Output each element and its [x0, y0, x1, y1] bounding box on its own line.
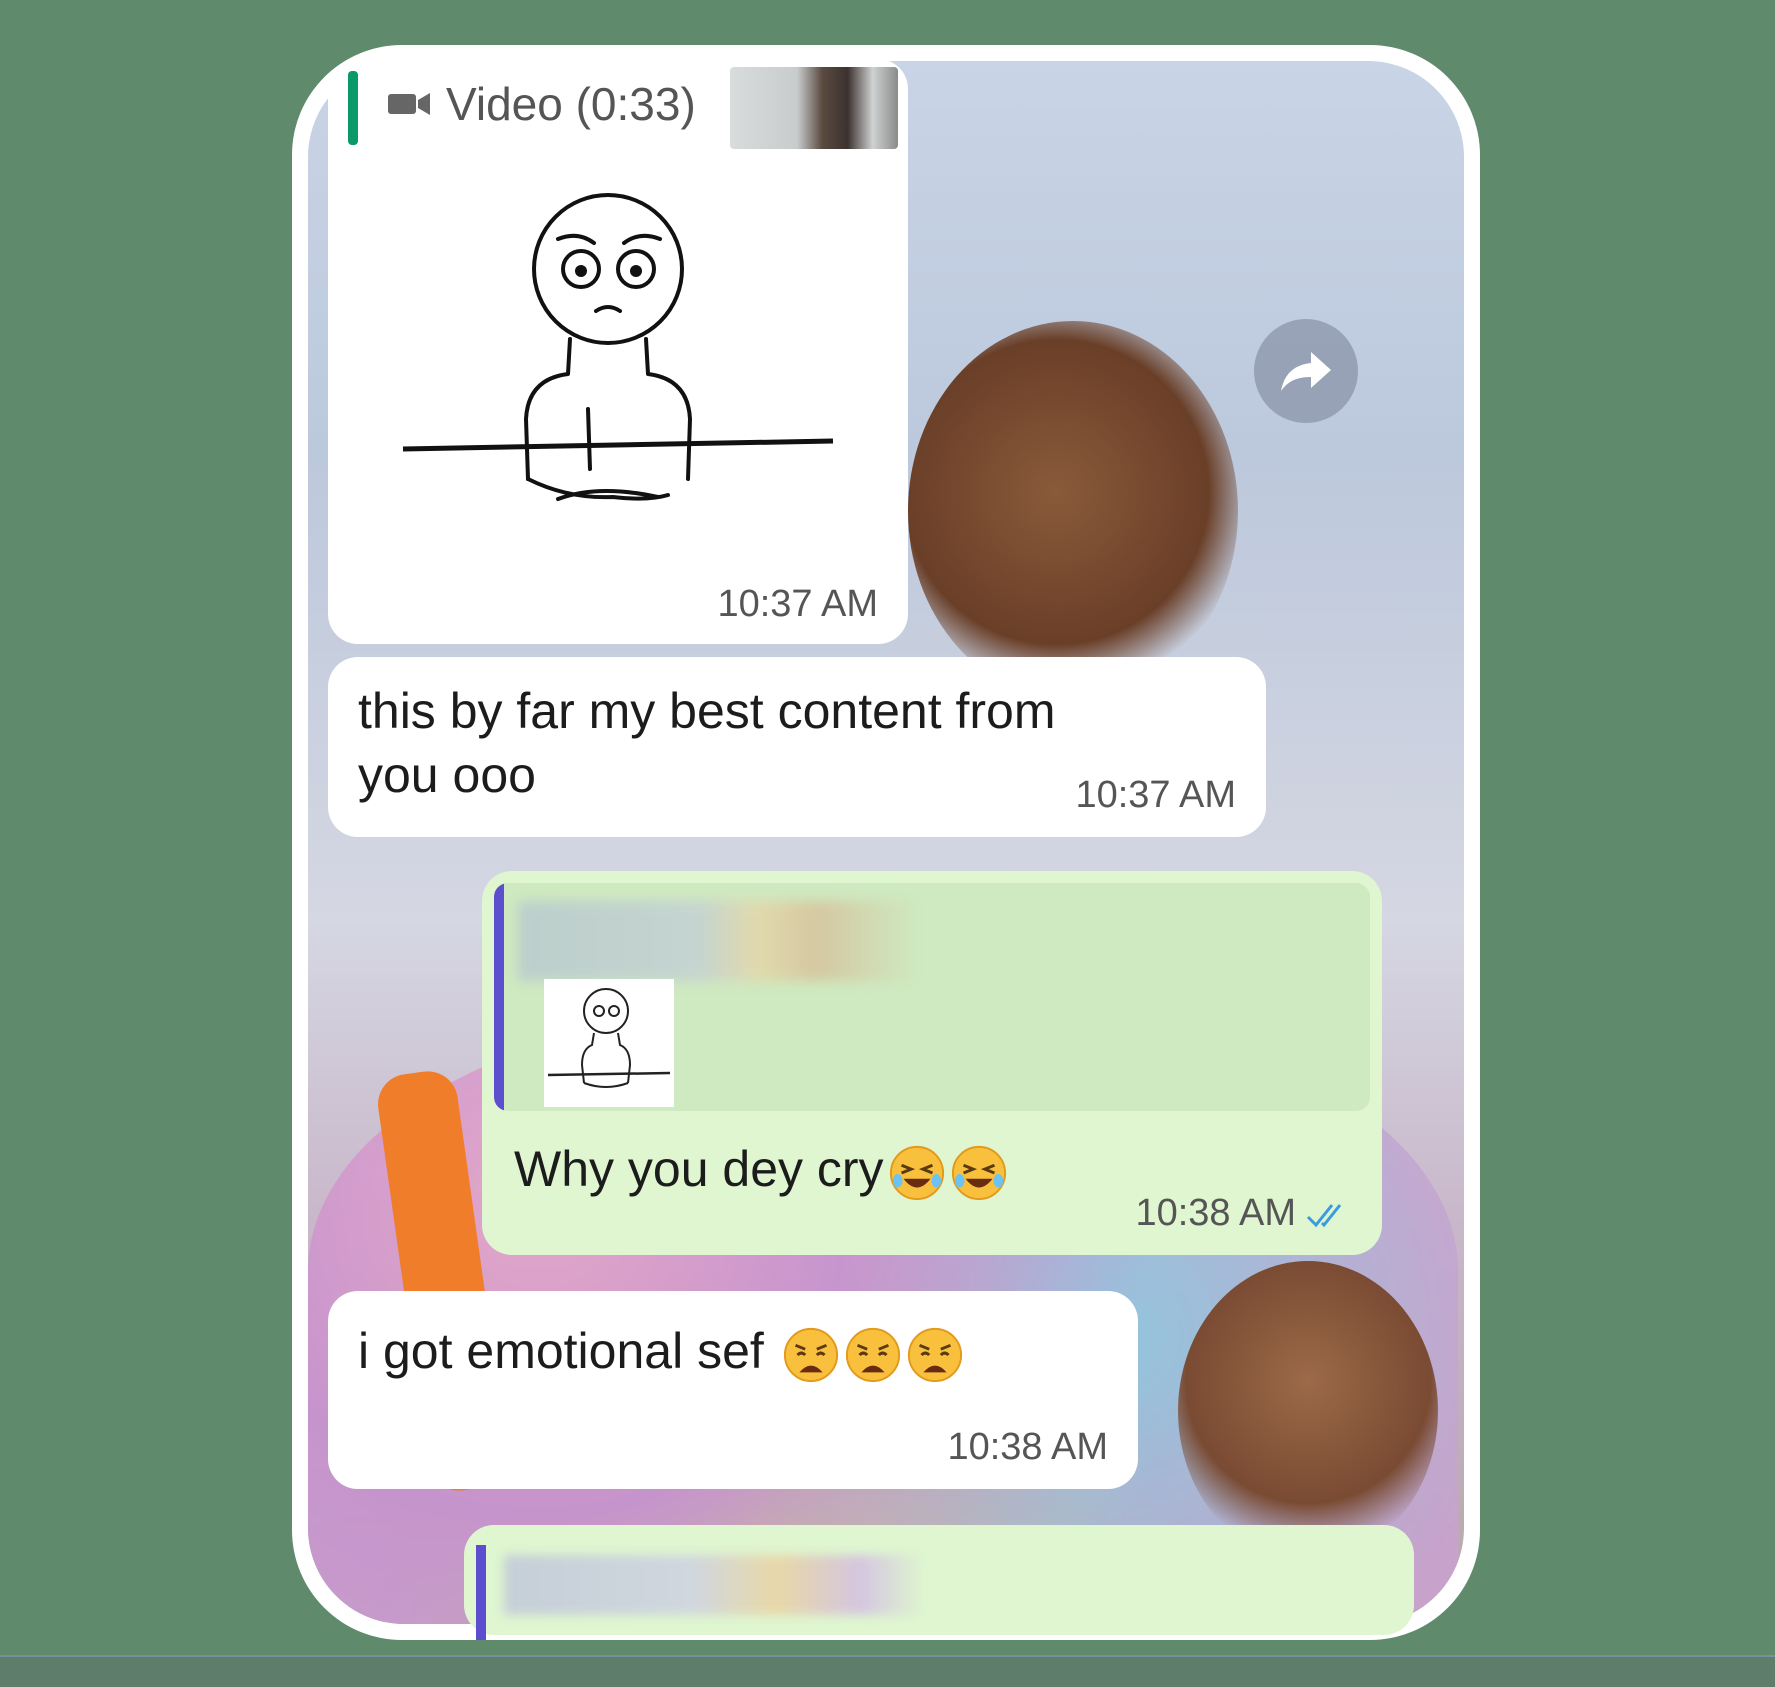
- quoted-message[interactable]: [494, 883, 1370, 1111]
- quoted-meme-thumbnail: [544, 979, 674, 1107]
- message-bubble-outgoing-partial[interactable]: [464, 1525, 1414, 1640]
- message-text-line1: this by far my best content from: [358, 683, 1056, 739]
- weary-face-emoji: [907, 1327, 962, 1382]
- rolling-on-floor-laughing-emoji: [889, 1145, 944, 1200]
- message-time: 10:37 AM: [1075, 774, 1236, 816]
- blurred-sender-name: [504, 1555, 924, 1615]
- video-thumbnail[interactable]: [730, 67, 898, 149]
- weary-face-emoji: [783, 1327, 838, 1382]
- screenshot-frame: Video (0:33) 10:37 AM this by far my bes…: [292, 45, 1480, 1640]
- message-text-line2: you ooo: [358, 747, 536, 803]
- sad-meme-image[interactable]: [398, 179, 838, 559]
- video-camera-icon: [388, 93, 430, 115]
- message-bubble-outgoing-reply[interactable]: Why you dey cry 10:38 AM: [482, 871, 1382, 1255]
- wallpaper-photo: [908, 321, 1238, 701]
- message-bubble-text[interactable]: i got emotional sef 10:38 AM: [328, 1291, 1138, 1489]
- message-time: 10:38 AM: [1135, 1192, 1296, 1234]
- forward-button[interactable]: [1254, 319, 1358, 423]
- message-bubble-video[interactable]: Video (0:33) 10:37 AM: [328, 59, 908, 644]
- quote-bar: [476, 1545, 486, 1640]
- weary-face-emoji: [845, 1327, 900, 1382]
- message-time: 10:38 AM: [947, 1426, 1108, 1468]
- reply-bar: [348, 71, 358, 145]
- read-double-check-icon: [1306, 1204, 1342, 1228]
- bottom-strip: [0, 1655, 1775, 1687]
- forward-arrow-icon: [1281, 352, 1331, 391]
- message-time: 10:37 AM: [717, 583, 878, 625]
- video-duration-label: Video (0:33): [446, 78, 696, 130]
- rolling-on-floor-laughing-emoji: [951, 1145, 1006, 1200]
- message-text: Why you dey cry: [514, 1137, 1008, 1202]
- quote-bar: [494, 883, 504, 1111]
- reply-preview[interactable]: Video (0:33): [388, 77, 696, 131]
- message-text: i got emotional sef: [358, 1319, 964, 1384]
- message-bubble-text[interactable]: this by far my best content from you ooo…: [328, 657, 1266, 837]
- blurred-sender-name: [518, 901, 918, 981]
